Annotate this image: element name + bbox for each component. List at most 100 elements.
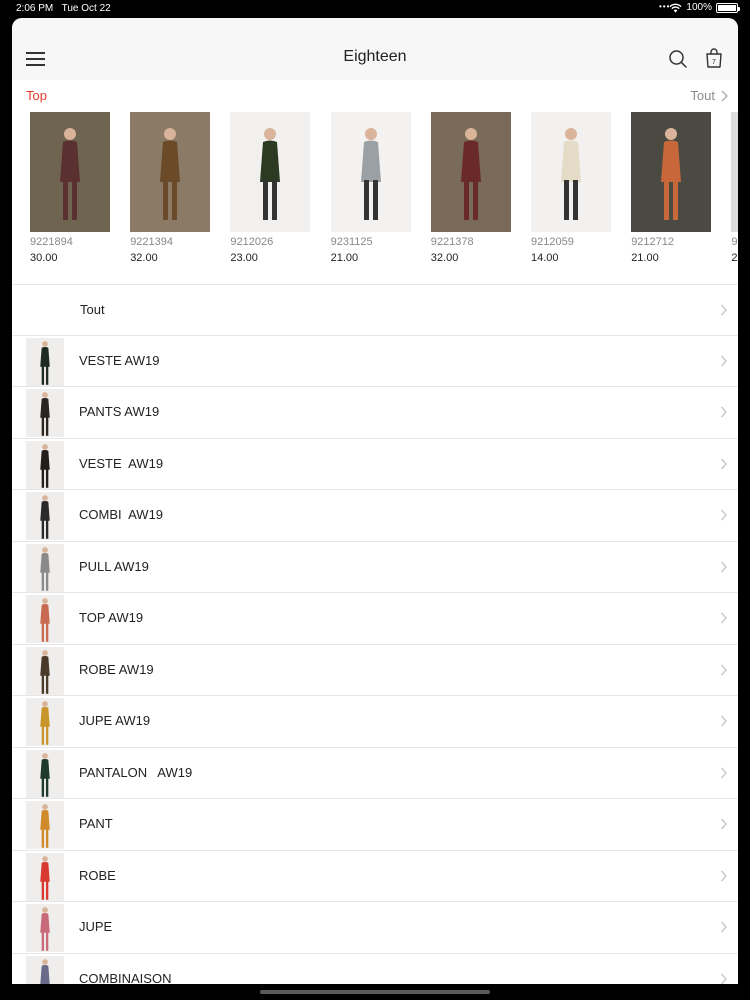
- category-thumbnail: [26, 492, 64, 540]
- chevron-right-icon: [720, 818, 727, 830]
- product-sku: 9212712: [631, 236, 675, 248]
- product-image: [330, 112, 411, 232]
- category-thumbnail: [26, 955, 64, 984]
- category-row[interactable]: JUPE AW19: [12, 696, 738, 748]
- category-thumbnail: [26, 904, 64, 952]
- product-price: 21.00: [631, 252, 659, 264]
- category-row[interactable]: ROBE: [12, 851, 738, 902]
- product-price: 32.00: [430, 252, 459, 264]
- category-thumbnail: [26, 749, 64, 798]
- nav-bar: Eighteen 7: [12, 18, 738, 80]
- category-label: VESTE AW19: [79, 352, 160, 368]
- category-label: PANT: [79, 816, 113, 831]
- category-label: PANTS AW19: [79, 404, 160, 419]
- battery-icon: [716, 2, 740, 13]
- product-sku: 9221394: [130, 236, 174, 248]
- category-label: PANTALON AW19: [79, 764, 193, 780]
- category-row[interactable]: PULL AW19: [12, 542, 738, 593]
- top-products-carousel[interactable]: 9221894 30.00 9221394 32.00 9212026 23.00 9231…: [12, 108, 738, 294]
- product-sku: 9212026: [230, 236, 274, 248]
- product-image: [230, 112, 311, 232]
- product-card[interactable]: 9231125 21.00: [330, 112, 421, 264]
- product-card[interactable]: 9221378 32.00: [430, 112, 521, 264]
- category-label: JUPE AW19: [79, 713, 151, 728]
- top-section-header: Top Tout: [12, 80, 738, 108]
- category-thumbnail: [26, 543, 64, 592]
- product-card[interactable]: 9221894 30.00: [30, 112, 120, 264]
- page-title: Eighteen: [343, 48, 407, 65]
- product-price: 27: [731, 252, 738, 264]
- chevron-right-icon: [720, 715, 727, 727]
- category-row[interactable]: Tout: [12, 284, 738, 336]
- category-row[interactable]: VESTE AW19: [12, 439, 738, 490]
- category-row[interactable]: COMBINAISON: [12, 954, 738, 985]
- category-thumbnail: [26, 852, 64, 901]
- category-thumbnail: [26, 595, 64, 643]
- product-card[interactable]: 9212026 23.00: [230, 112, 320, 264]
- search-icon[interactable]: [668, 49, 688, 69]
- product-sku: 9212059: [531, 236, 574, 248]
- chevron-right-icon: [720, 664, 727, 675]
- product-image: [631, 112, 712, 232]
- product-card[interactable]: 9227: [731, 112, 738, 264]
- product-sku: 9221378: [430, 236, 474, 248]
- top-section-label: Top: [26, 88, 47, 103]
- chevron-right-icon: [720, 561, 727, 572]
- category-label: COMBI AW19: [79, 507, 164, 522]
- chevron-right-icon: [720, 458, 727, 469]
- see-all-label: Tout: [690, 88, 715, 103]
- wifi-icon: [669, 3, 682, 12]
- category-thumbnail: [26, 440, 64, 489]
- product-price: 21.00: [330, 252, 359, 264]
- bag-count: 7: [712, 59, 716, 66]
- category-row[interactable]: VESTE AW19: [12, 336, 738, 387]
- category-thumbnail: [26, 646, 64, 695]
- category-row[interactable]: PANTS AW19: [12, 387, 738, 439]
- battery-percent: 100%: [686, 2, 712, 13]
- product-image: [30, 112, 110, 232]
- chevron-right-icon: [720, 767, 727, 778]
- category-label: ROBE: [79, 867, 116, 883]
- category-thumbnail: [26, 698, 64, 746]
- product-image: [731, 112, 738, 232]
- category-row[interactable]: TOP AW19: [12, 593, 738, 645]
- chevron-right-icon: [720, 355, 727, 366]
- product-card[interactable]: 9221394 32.00: [130, 112, 220, 264]
- category-row[interactable]: COMBI AW19: [12, 490, 738, 542]
- chevron-right-icon: [720, 973, 727, 984]
- status-time: 2:06 PM Tue Oct 22: [16, 3, 111, 14]
- product-sku: 92: [731, 236, 738, 248]
- chevron-right-icon: [720, 304, 727, 316]
- shopping-bag-icon[interactable]: 7: [705, 48, 723, 68]
- chevron-right-icon: [720, 870, 727, 881]
- category-thumbnail: [26, 801, 64, 849]
- status-bar: 2:06 PM Tue Oct 22 ••• 100%: [0, 0, 750, 18]
- home-indicator[interactable]: [260, 990, 490, 994]
- chevron-right-icon: [720, 612, 727, 624]
- chevron-right-icon: [720, 509, 727, 521]
- category-label: VESTE AW19: [79, 455, 164, 471]
- product-price: 30.00: [30, 252, 58, 264]
- category-row[interactable]: PANT: [12, 799, 738, 851]
- product-card[interactable]: 9212712 21.00: [631, 112, 721, 264]
- chevron-right-icon: [721, 90, 728, 101]
- product-sku: 9221894: [30, 236, 73, 248]
- see-all-link[interactable]: Tout: [690, 88, 728, 103]
- category-label: TOP AW19: [79, 610, 144, 625]
- product-image: [430, 112, 511, 232]
- category-label: PULL AW19: [79, 558, 149, 574]
- category-label: COMBINAISON: [79, 970, 172, 985]
- app-sheet: Eighteen 7 Top Tout 9221894 30.00 9221394 3…: [12, 18, 738, 984]
- product-card[interactable]: 9212059 14.00: [531, 112, 621, 264]
- category-list: Tout VESTE AW19 PANTS AW19 VESTE AW19 COMBI …: [12, 284, 738, 984]
- product-price: 14.00: [531, 252, 559, 264]
- product-sku: 9231125: [330, 236, 373, 248]
- product-price: 23.00: [230, 252, 258, 264]
- category-row[interactable]: JUPE: [12, 902, 738, 954]
- category-row[interactable]: PANTALON AW19: [12, 748, 738, 799]
- category-label: JUPE: [79, 919, 113, 934]
- category-label: Tout: [80, 302, 105, 317]
- product-price: 32.00: [130, 252, 158, 264]
- category-row[interactable]: ROBE AW19: [12, 645, 738, 696]
- chevron-right-icon: [720, 406, 727, 418]
